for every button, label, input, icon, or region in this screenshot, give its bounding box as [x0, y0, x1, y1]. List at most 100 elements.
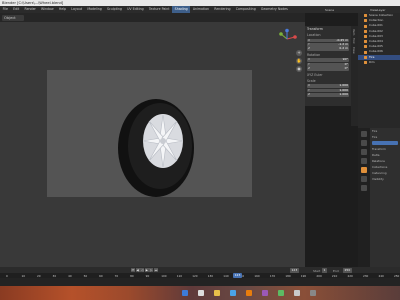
scene-label[interactable]: Scene [325, 8, 334, 12]
zoom-icon[interactable]: + [296, 50, 302, 56]
axis-value[interactable]: 0° [345, 66, 348, 71]
z-axis-icon [285, 28, 289, 33]
menu-item[interactable]: Rendering [212, 6, 233, 13]
jump-end-icon[interactable]: ⏭ [153, 268, 158, 272]
mode-dropdown[interactable]: Object Mode [2, 14, 24, 26]
end-label: End [333, 268, 339, 273]
menu-item[interactable]: Modeling [85, 6, 105, 13]
object-icon [364, 14, 367, 18]
prev-key-icon[interactable]: ◀ [135, 268, 140, 272]
timeline-tick: 250 [394, 273, 400, 278]
end-frame-field[interactable]: 250 [343, 268, 352, 273]
tool-tab-icon[interactable] [361, 131, 367, 137]
output-tab-icon[interactable] [361, 149, 367, 155]
properties-line[interactable]: Tire [370, 134, 400, 140]
pan-hand-icon[interactable]: ✋ [296, 58, 302, 64]
menu-item[interactable]: Animation [190, 6, 211, 13]
sidebar-tab[interactable]: Item [352, 29, 356, 35]
start-frame-field[interactable]: 1 [322, 268, 327, 273]
outliner: Scene Collection Collection Cube.001 Cube.0… [358, 13, 400, 128]
sidebar-tab[interactable]: View [352, 47, 356, 54]
axis-value[interactable]: 1.000 [339, 92, 348, 97]
scene-selector[interactable]: Scene ViewLayer [300, 6, 400, 13]
location-field[interactable]: Z 0.2 m [307, 47, 349, 52]
app-icon[interactable] [262, 290, 268, 296]
properties-editor: Tire Tire Transform Delta Relations Collectio… [370, 128, 400, 268]
menu-item[interactable]: Geometry Nodes [258, 6, 290, 13]
current-frame-field[interactable]: 123 [290, 268, 299, 273]
object-icon [364, 60, 367, 64]
menu-item[interactable]: Render [22, 6, 39, 13]
rotation-field[interactable]: X 90° [307, 58, 349, 63]
timeline-tick: 0 [6, 273, 8, 278]
play-reverse-icon[interactable]: ◁ [140, 268, 145, 272]
search-icon[interactable] [198, 290, 204, 296]
menu-item[interactable]: Edit [11, 6, 22, 13]
outliner-item-label: Scene Collection [369, 13, 394, 17]
rotation-field[interactable]: Z 0° [307, 66, 349, 71]
browser-icon[interactable] [230, 290, 236, 296]
outliner-item[interactable]: Rim [358, 60, 400, 65]
timeline-ruler[interactable]: 0102030405060708090100110120130140150160… [0, 273, 400, 278]
menu-item[interactable]: Layout [69, 6, 85, 13]
axis-label: Z [308, 91, 311, 96]
timeline-tick: 240 [378, 273, 384, 278]
object-icon [364, 55, 367, 59]
outliner-item-label: Collection [369, 18, 384, 23]
timeline-tick: 40 [68, 273, 72, 278]
view-layer-label[interactable]: ViewLayer [370, 8, 385, 12]
playhead[interactable]: 123 [233, 273, 242, 278]
menu-item[interactable]: Window [38, 6, 56, 13]
menu-item[interactable]: Sculpting [104, 6, 124, 13]
render-tab-icon[interactable] [361, 140, 367, 146]
scale-field[interactable]: Z 1.000 [307, 91, 349, 97]
outliner-item-label: Cube.003 [369, 33, 383, 38]
properties-line[interactable]: Visibility [370, 176, 400, 182]
menu-item[interactable]: Compositing [233, 6, 258, 13]
timeline-tick: 100 [161, 273, 167, 278]
properties-tabs [358, 128, 370, 268]
menu-item[interactable]: Shading [172, 6, 191, 13]
start-icon[interactable] [182, 290, 188, 296]
jump-start-icon[interactable]: ⏮ [131, 268, 135, 272]
modifier-tab-icon[interactable] [361, 176, 367, 182]
timeline-tick: 120 [192, 273, 198, 278]
menu-item[interactable]: Texture Paint [146, 6, 172, 13]
outliner-item-label: Cube.002 [369, 28, 383, 33]
timeline-tick: 50 [83, 273, 88, 278]
os-taskbar [0, 286, 400, 300]
y-axis-icon [279, 32, 283, 36]
axis-value[interactable]: 0.2 m [339, 47, 348, 51]
object-tab-icon[interactable] [361, 167, 367, 173]
timeline-tick: 10 [21, 273, 26, 278]
menu-item[interactable]: Help [56, 6, 68, 13]
start-label: Start [313, 268, 321, 273]
material-tab-icon[interactable] [361, 185, 367, 191]
timeline-tick: 190 [300, 273, 307, 278]
wheel-object[interactable] [110, 93, 200, 203]
window-title: Blender [C:\Users\...\Wheel.blend] [2, 0, 64, 5]
rotation-field[interactable]: Y 0° [307, 62, 349, 67]
properties-active-button[interactable] [372, 141, 398, 145]
outliner-item-label: Rim [369, 59, 375, 64]
store-icon[interactable] [278, 290, 284, 296]
object-icon [364, 19, 367, 23]
object-icon [364, 24, 367, 28]
camera-icon[interactable]: ◉ [296, 66, 302, 72]
mail-icon[interactable] [294, 290, 300, 296]
axis-gizmo-svg[interactable] [276, 28, 298, 50]
sidebar-tab[interactable]: Tool [352, 38, 356, 43]
play-icon[interactable]: ▶ [144, 268, 149, 272]
menu-item[interactable]: File [0, 6, 11, 13]
timeline-tick: 130 [207, 273, 214, 278]
outliner-item-label: Cube.005 [369, 44, 383, 49]
object-icon [364, 29, 367, 33]
menu-item[interactable]: UV Editing [124, 6, 146, 13]
folder-icon[interactable] [214, 290, 220, 296]
navigation-gizmo[interactable] [276, 28, 298, 50]
settings-icon[interactable] [310, 290, 316, 296]
blender-icon[interactable] [246, 290, 252, 296]
scene-tab-icon[interactable] [361, 158, 367, 164]
next-key-icon[interactable]: ▷ [149, 268, 154, 272]
object-icon [364, 34, 367, 38]
